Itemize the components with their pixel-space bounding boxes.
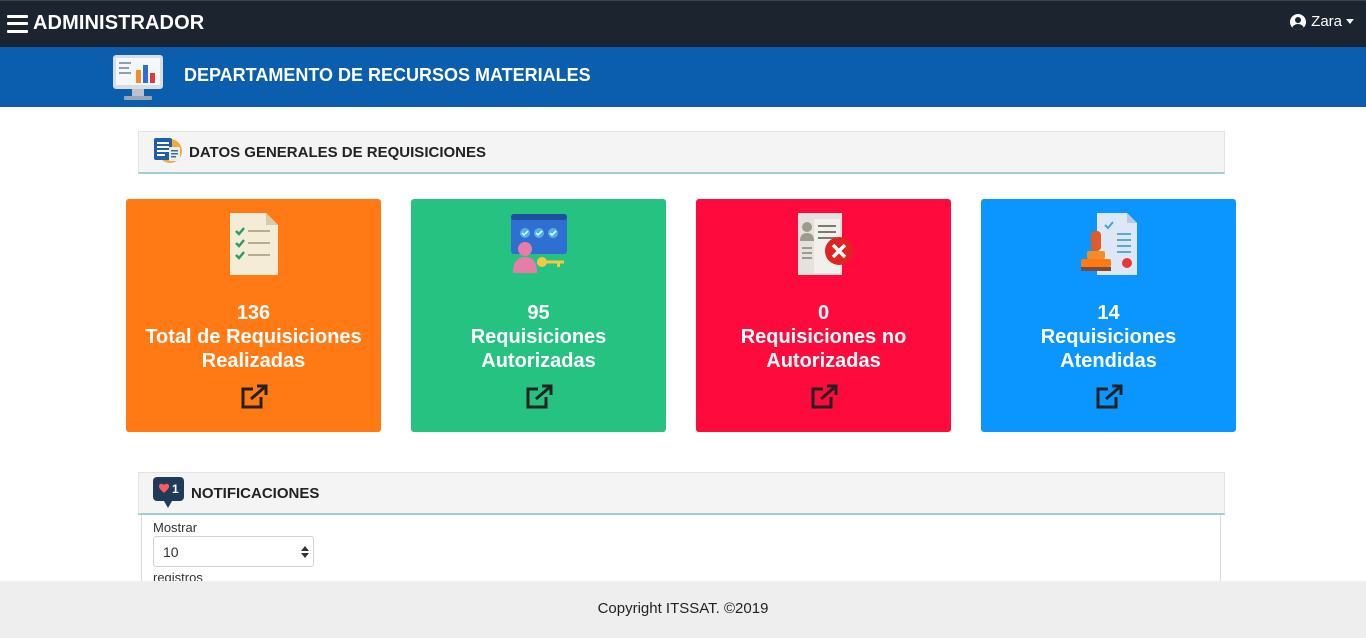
card-attended-requisitions[interactable]: 14 Requisiciones Atendidas: [981, 199, 1236, 432]
footer-copyright: Copyright ITSSAT. ©2019: [597, 600, 769, 617]
card-total-label-1: Total de Requisiciones: [145, 326, 362, 348]
card-attended-label-2: Atendidas: [1060, 350, 1157, 372]
card-total-requisitions[interactable]: 136 Total de Requisiciones Realizadas: [126, 199, 381, 432]
notifications-title: NOTIFICACIONES: [191, 484, 320, 502]
department-title: DEPARTAMENTO DE RECURSOS MATERIALES: [184, 65, 591, 85]
general-data-title: DATOS GENERALES DE REQUISICIONES: [189, 143, 486, 161]
card-total-text: 136 Total de Requisiciones Realizadas: [126, 301, 381, 373]
approval-key-icon: [509, 211, 569, 278]
card-unauthorized-count: 0: [817, 302, 830, 324]
notifications-body: Mostrar 10 registros: [141, 515, 1221, 585]
brand-title[interactable]: ADMINISTRADOR: [33, 12, 204, 35]
card-total-count: 136: [236, 302, 271, 324]
user-name: Zara: [1311, 13, 1342, 30]
heart-bubble-icon: 1: [152, 473, 185, 514]
brand: ADMINISTRADOR: [7, 12, 204, 35]
user-menu[interactable]: Zara: [1290, 13, 1354, 30]
hamburger-icon[interactable]: [7, 14, 28, 33]
footer: Copyright ITSSAT. ©2019: [0, 581, 1366, 638]
card-authorized-label-1: Requisiciones: [470, 326, 607, 348]
external-link-icon[interactable]: [524, 384, 554, 415]
card-authorized-count: 95: [527, 302, 550, 324]
notification-badge: 1: [172, 481, 179, 496]
external-link-icon[interactable]: [809, 384, 839, 415]
general-data-header: DATOS GENERALES DE REQUISICIONES: [138, 131, 1225, 174]
external-link-icon[interactable]: [1094, 384, 1124, 415]
rejected-document-icon: [792, 211, 856, 282]
caret-down-icon: [1346, 19, 1354, 24]
card-attended-count: 14: [1097, 302, 1120, 324]
card-attended-text: 14 Requisiciones Atendidas: [981, 301, 1236, 373]
monitor-chart-icon: [112, 53, 164, 108]
length-select-value: 10: [163, 544, 179, 560]
notifications-header: 1 NOTIFICACIONES: [138, 472, 1225, 515]
top-navbar: ADMINISTRADOR Zara: [0, 0, 1366, 47]
card-authorized-label-2: Autorizadas: [481, 350, 596, 372]
checklist-document-icon: [228, 211, 280, 282]
length-label: Mostrar: [153, 520, 198, 535]
card-total-label-2: Realizadas: [201, 350, 306, 372]
length-select[interactable]: 10: [153, 536, 314, 567]
external-link-icon[interactable]: [239, 384, 269, 415]
card-unauthorized-requisitions[interactable]: 0 Requisiciones no Autorizadas: [696, 199, 951, 432]
stamp-document-icon: [1077, 211, 1141, 282]
clipboard-list-icon: [152, 135, 183, 170]
card-attended-label-1: Requisiciones: [1040, 326, 1177, 348]
card-authorized-text: 95 Requisiciones Autorizadas: [411, 301, 666, 373]
card-unauthorized-label-2: Autorizadas: [766, 350, 881, 372]
department-bar: DEPARTAMENTO DE RECURSOS MATERIALES: [0, 47, 1366, 107]
card-unauthorized-label-1: Requisiciones no: [740, 326, 907, 348]
card-authorized-requisitions[interactable]: 95 Requisiciones Autorizadas: [411, 199, 666, 432]
card-unauthorized-text: 0 Requisiciones no Autorizadas: [696, 301, 951, 373]
user-circle-icon: [1290, 13, 1307, 30]
